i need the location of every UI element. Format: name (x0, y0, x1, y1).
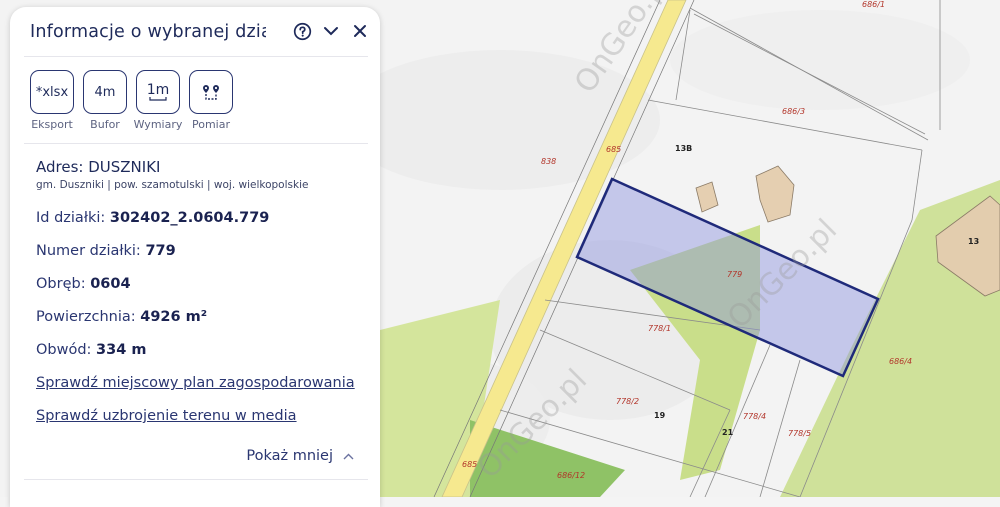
tool-buffer[interactable]: 4m Bufor (82, 70, 128, 131)
show-less-label: Pokaż mniej (246, 448, 333, 464)
panel-title: Informacje o wybranej dział… (30, 22, 266, 42)
perimeter-label: Obwód: (36, 342, 92, 358)
address-subtitle: gm. Duszniki | pow. szamotulski | woj. w… (36, 179, 309, 191)
area-value: 4926 m² (140, 309, 208, 325)
tool-dimensions-label: Wymiary (133, 118, 183, 131)
close-icon[interactable] (350, 20, 370, 42)
parcel-id-label: Id działki: (36, 210, 106, 226)
divider (24, 56, 368, 57)
parcel-id-row: Id działki: 302402_2.0604.779 (36, 210, 269, 226)
export-xlsx-icon[interactable]: *xlsx (30, 70, 74, 114)
precinct-label: Obręb: (36, 276, 86, 292)
dimensions-glyph: 1m (146, 82, 170, 98)
divider (24, 479, 368, 480)
buffer-icon[interactable]: 4m (83, 70, 127, 114)
svg-text:19: 19 (654, 411, 666, 420)
area-label: Powierzchnia: (36, 309, 136, 325)
svg-text:685: 685 (462, 460, 477, 469)
chevron-up-icon (343, 453, 354, 459)
svg-text:686/3: 686/3 (782, 107, 805, 116)
address-block: Adres: DUSZNIKI gm. Duszniki | pow. szam… (36, 158, 308, 191)
perimeter-row: Obwód: 334 m (36, 342, 146, 358)
panel-header: Informacje o wybranej dział… (30, 20, 370, 44)
svg-text:13: 13 (968, 237, 979, 246)
show-less-button[interactable]: Pokaż mniej (246, 448, 354, 464)
svg-text:686/4: 686/4 (889, 357, 912, 366)
toolbar: *xlsx Eksport 4m Bufor 1m Wymiary Pomiar (29, 70, 234, 131)
svg-text:778/5: 778/5 (788, 429, 811, 438)
tool-buffer-label: Bufor (90, 118, 120, 131)
svg-text:778/1: 778/1 (648, 324, 671, 333)
precinct-row: Obręb: 0604 (36, 276, 131, 292)
parcel-id-value: 302402_2.0604.779 (109, 210, 270, 226)
svg-text:13B: 13B (675, 144, 692, 153)
area-row: Powierzchnia: 4926 m² (36, 309, 207, 325)
svg-text:686/1: 686/1 (862, 0, 885, 9)
utilities-link[interactable]: Sprawdź uzbrojenie terenu w media (36, 408, 297, 424)
svg-text:778/4: 778/4 (743, 412, 766, 421)
parcel-info-panel: Informacje o wybranej dział… *xlsx Ekspo… (10, 7, 380, 507)
svg-text:779: 779 (727, 270, 742, 279)
parcel-number-label: Numer działki: (36, 243, 141, 259)
tool-export[interactable]: *xlsx Eksport (29, 70, 75, 131)
zoning-plan-link[interactable]: Sprawdź miejscowy plan zagospodarowania (36, 375, 355, 391)
divider (24, 143, 368, 144)
svg-text:685: 685 (606, 145, 621, 154)
help-icon[interactable] (292, 20, 312, 42)
dimensions-icon[interactable]: 1m (136, 70, 180, 114)
chevron-down-icon[interactable] (321, 20, 341, 42)
perimeter-value: 334 m (96, 342, 147, 358)
tool-dimensions[interactable]: 1m Wymiary (133, 70, 183, 131)
precinct-value: 0604 (90, 276, 131, 292)
measure-route-icon[interactable] (189, 70, 233, 114)
tool-export-label: Eksport (31, 118, 73, 131)
parcel-number-row: Numer działki: 779 (36, 243, 176, 259)
address-title: Adres: DUSZNIKI (36, 158, 161, 176)
svg-text:686/12: 686/12 (557, 471, 585, 480)
svg-text:838: 838 (541, 157, 556, 166)
parcel-number-value: 779 (145, 243, 176, 259)
tool-measure-label: Pomiar (191, 118, 230, 131)
svg-text:21: 21 (722, 428, 734, 437)
svg-text:778/2: 778/2 (616, 397, 639, 406)
tool-measure[interactable]: Pomiar (188, 70, 234, 131)
